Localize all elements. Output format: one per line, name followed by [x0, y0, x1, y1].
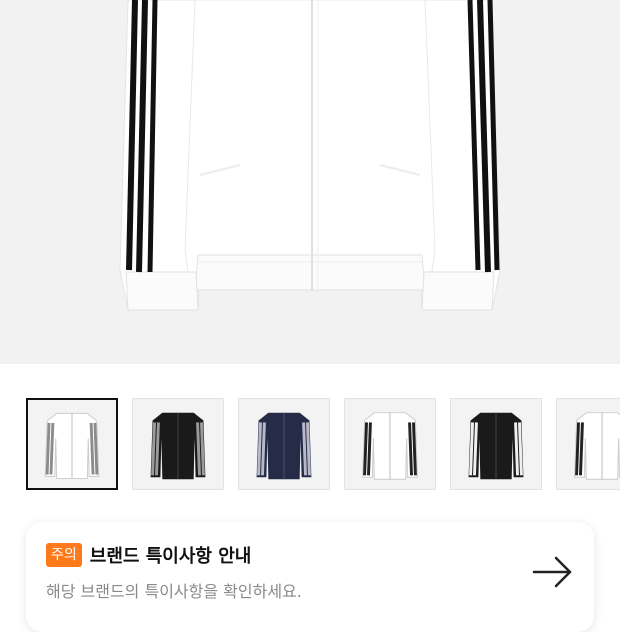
thumbnail-5[interactable]	[450, 398, 542, 490]
jacket-white-black-stripes-icon	[574, 412, 620, 480]
notice-title: 브랜드 특이사항 안내	[89, 546, 252, 567]
thumbnail-4[interactable]	[344, 398, 436, 490]
thumbnail-1[interactable]	[26, 398, 118, 490]
notice-header: 주의 브랜드 특이사항 안내	[46, 542, 251, 568]
thumbnail-2[interactable]	[132, 398, 224, 490]
jacket-white-black-stripes-icon	[362, 412, 418, 480]
thumbnail-6[interactable]	[556, 398, 620, 490]
thumbnail-strip	[0, 398, 620, 492]
arrow-right-icon[interactable]	[532, 552, 574, 592]
jacket-illustration	[119, 0, 501, 311]
jacket-navy-grey-stripes-icon	[256, 412, 312, 480]
jacket-black-white-stripes-icon	[468, 412, 524, 480]
jacket-black-grey-stripes-icon	[150, 412, 206, 480]
caution-badge: 주의	[46, 543, 82, 567]
notice-description: 해당 브랜드의 특이사항을 확인하세요.	[46, 582, 302, 601]
thumbnail-3[interactable]	[238, 398, 330, 490]
brand-notice-card[interactable]: 주의 브랜드 특이사항 안내 해당 브랜드의 특이사항을 확인하세요.	[26, 522, 594, 632]
jacket-white-grey-stripes-icon	[44, 412, 100, 479]
product-main-image[interactable]	[0, 0, 620, 364]
